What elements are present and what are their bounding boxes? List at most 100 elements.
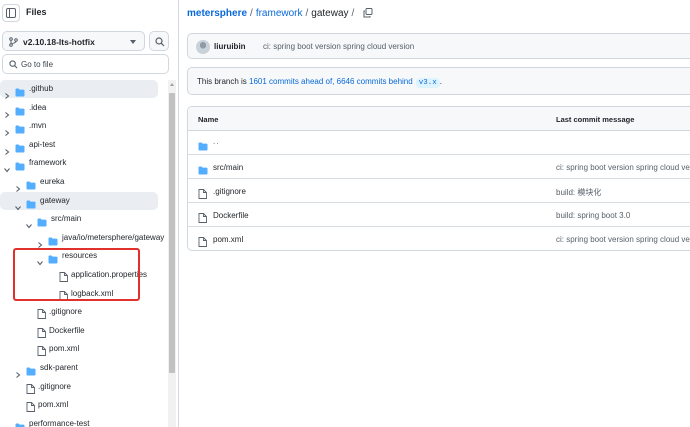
commit-author[interactable]: liuruibin — [214, 42, 246, 51]
file-icon — [37, 343, 47, 357]
tree-folder-api-test[interactable]: api-test — [0, 136, 158, 155]
row-commit-message[interactable]: ci: spring boot version spring cloud ve — [556, 163, 690, 172]
tree-folder-idea[interactable]: .idea — [0, 99, 158, 118]
file-icon — [198, 210, 208, 223]
tree-item-label: .gitignore — [38, 381, 71, 391]
tree-item-label: .github — [29, 84, 54, 93]
folder-icon — [26, 363, 36, 376]
folder-icon — [37, 214, 47, 227]
table-header: Name Last commit message — [188, 107, 690, 131]
sidebar-header: Files — [0, 0, 178, 28]
red-highlight-box — [13, 248, 140, 301]
folder-icon — [198, 162, 208, 175]
row-commit-message[interactable]: build: spring boot 3.0 — [556, 211, 630, 220]
search-button[interactable] — [149, 31, 169, 51]
tree-folder-sdk-parent[interactable]: sdk-parent — [0, 359, 158, 378]
tree-item-label: sdk-parent — [40, 363, 78, 372]
folder-icon — [15, 84, 25, 97]
breadcrumb-repo-link[interactable]: metersphere — [187, 8, 247, 19]
table-row[interactable]: src/main ci: spring boot version spring c… — [188, 155, 690, 179]
tree-item-label: .mvn — [29, 121, 47, 131]
commit-message[interactable]: ci: spring boot version spring cloud ver… — [263, 42, 414, 51]
collapse-sidebar-button[interactable] — [2, 4, 20, 22]
file-name-link[interactable]: .gitignore — [213, 187, 246, 196]
folder-icon — [48, 233, 58, 246]
behind-commits-link[interactable]: 6646 commits behind — [337, 77, 413, 86]
tree-item-label: src/main — [51, 214, 82, 224]
folder-icon — [15, 121, 25, 134]
chevron-right-icon[interactable] — [4, 86, 10, 99]
avatar[interactable] — [196, 40, 210, 54]
table-row[interactable]: pom.xml ci: spring boot version spring cl… — [188, 227, 690, 250]
tree-item-label: java/io/metersphere/gateway — [62, 232, 165, 242]
go-to-file-field[interactable] — [2, 54, 169, 74]
name-column-header: Name — [198, 115, 219, 124]
tree-folder-framework[interactable]: framework — [0, 154, 158, 173]
branch-status-text: This branch is 1601 commits ahead of, 66… — [197, 77, 442, 88]
sidebar-scroll-thumb[interactable] — [169, 93, 175, 373]
row-commit-message[interactable]: ci: spring boot version spring cloud ve — [556, 235, 690, 244]
row-commit-message[interactable]: build: 模块化 — [556, 187, 601, 198]
file-icon — [26, 381, 36, 394]
breadcrumb-separator: / — [250, 8, 253, 19]
folder-icon — [26, 196, 36, 209]
tree-file-gitignore[interactable]: .gitignore — [0, 303, 158, 321]
chevron-right-icon[interactable] — [15, 179, 21, 192]
tree-folder-mvn[interactable]: .mvn — [0, 117, 158, 137]
tree-folder-github[interactable]: .github — [0, 80, 158, 99]
table-row[interactable]: .. — [188, 131, 690, 155]
chevron-down-icon — [130, 40, 136, 44]
chevron-down-icon[interactable] — [15, 198, 21, 210]
tree-file-pom-xml[interactable]: pom.xml — [0, 396, 158, 414]
branch-selector[interactable]: v2.10.18-lts-hotfix — [2, 31, 145, 51]
go-to-file-input[interactable] — [21, 57, 161, 71]
folder-icon — [15, 140, 25, 153]
breadcrumb-framework-link[interactable]: framework — [256, 8, 303, 19]
ahead-commits-link[interactable]: 1601 commits ahead of, — [249, 77, 334, 86]
directory-table: Name Last commit message .. src/main ci: s… — [187, 106, 690, 251]
tree-item-label: .idea — [29, 102, 47, 112]
chevron-down-icon[interactable] — [4, 160, 10, 173]
tree-item-label: eureka — [40, 177, 65, 186]
tree-folder-java-io-metersphere-gateway[interactable]: java/io/metersphere/gateway — [0, 229, 164, 248]
sidebar-panel-icon — [6, 8, 16, 18]
breadcrumb-current: gateway — [311, 8, 349, 19]
tree-folder-src-main[interactable]: src/main — [0, 210, 158, 229]
chevron-right-icon[interactable] — [4, 123, 10, 137]
chevron-right-icon[interactable] — [15, 365, 21, 378]
tree-file-dockerfile[interactable]: Dockerfile — [0, 322, 158, 340]
tree-folder-gateway[interactable]: gateway — [0, 191, 158, 210]
file-name-link[interactable]: Dockerfile — [213, 211, 249, 220]
folder-icon — [26, 177, 36, 190]
scroll-up-arrow-icon[interactable] — [170, 83, 174, 86]
tree-folder-eureka[interactable]: eureka — [0, 173, 158, 192]
folder-icon — [15, 158, 25, 171]
chevron-right-icon[interactable] — [4, 142, 10, 155]
breadcrumb-separator: / — [305, 8, 309, 19]
tree-item-label: framework — [29, 158, 67, 168]
chevron-right-icon[interactable] — [4, 421, 10, 427]
search-icon — [155, 37, 165, 47]
chevron-right-icon[interactable] — [37, 235, 43, 248]
branch-status-suffix: . — [439, 77, 442, 86]
tree-item-label: performance-test — [29, 418, 90, 427]
tree-folder-performance-test[interactable]: performance-test — [0, 415, 158, 427]
latest-commit-bar: liuruibin ci: spring boot version spring… — [187, 33, 690, 59]
folder-icon — [15, 103, 25, 116]
sidebar-title: Files — [26, 7, 47, 17]
table-row[interactable]: .gitignore build: 模块化 — [188, 179, 690, 203]
folder-icon — [15, 419, 25, 427]
base-branch-tag[interactable]: v3.x — [415, 78, 440, 88]
branch-status-prefix: This branch is — [197, 77, 247, 86]
chevron-right-icon[interactable] — [4, 105, 10, 118]
tree-file-pom-xml[interactable]: pom.xml — [0, 340, 158, 358]
parent-directory-link[interactable]: .. — [213, 137, 219, 146]
file-name-link[interactable]: pom.xml — [213, 235, 243, 244]
tree-item-label: pom.xml — [38, 400, 69, 410]
file-name-link[interactable]: src/main — [213, 163, 243, 172]
table-row[interactable]: Dockerfile build: spring boot 3.0 — [188, 203, 690, 227]
file-icon — [37, 325, 47, 338]
copy-path-button[interactable] — [363, 8, 373, 18]
tree-file-gitignore[interactable]: .gitignore — [0, 378, 158, 396]
chevron-down-icon[interactable] — [26, 216, 32, 229]
